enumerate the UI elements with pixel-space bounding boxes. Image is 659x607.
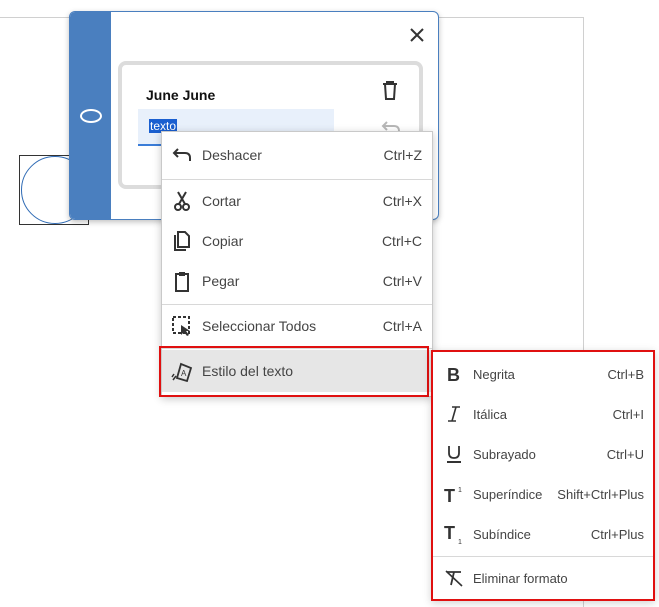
submenu-item-underline[interactable]: Subrayado Ctrl+U bbox=[433, 434, 653, 474]
menu-item-label: Cortar bbox=[202, 193, 241, 209]
submenu-item-shortcut: Ctrl+B bbox=[607, 366, 644, 382]
menu-item-label: Copiar bbox=[202, 233, 244, 249]
submenu-item-label: Subrayado bbox=[473, 446, 536, 462]
menu-item-shortcut: Ctrl+X bbox=[382, 193, 422, 209]
menu-item-label: Deshacer bbox=[202, 147, 262, 163]
ellipse-annotation-icon bbox=[80, 109, 102, 123]
submenu-item-label: Itálica bbox=[473, 406, 507, 422]
menu-item-shortcut: Ctrl+A bbox=[382, 318, 422, 334]
submenu-item-shortcut: Ctrl+I bbox=[612, 406, 644, 422]
close-icon[interactable] bbox=[406, 24, 428, 46]
menu-item-label: Pegar bbox=[202, 273, 240, 289]
menu-item-select-all[interactable]: Seleccionar Todos Ctrl+A bbox=[162, 306, 432, 346]
svg-text:A: A bbox=[181, 369, 187, 378]
submenu-item-shortcut: Ctrl+U bbox=[606, 446, 644, 462]
menu-divider bbox=[162, 179, 432, 180]
svg-text:1: 1 bbox=[458, 539, 462, 545]
submenu-item-clear-format[interactable]: Eliminar formato bbox=[433, 558, 653, 598]
context-menu: Deshacer Ctrl+Z Cortar Ctrl+X Copiar Ctr… bbox=[161, 131, 433, 397]
menu-item-label: Seleccionar Todos bbox=[202, 318, 317, 334]
menu-item-shortcut: Ctrl+C bbox=[381, 233, 422, 249]
submenu-divider bbox=[433, 556, 653, 557]
menu-item-shortcut: Ctrl+V bbox=[382, 273, 422, 289]
underline-icon bbox=[443, 443, 465, 465]
comment-author: June June bbox=[146, 87, 216, 103]
submenu-item-subscript[interactable]: T1 Subíndice Ctrl+Plus bbox=[433, 514, 653, 554]
superscript-icon: T1 bbox=[443, 483, 465, 505]
submenu-item-label: Subíndice bbox=[473, 526, 531, 542]
menu-item-shortcut: Ctrl+Z bbox=[383, 147, 423, 163]
submenu-item-shortcut: Ctrl+Plus bbox=[590, 526, 644, 542]
italic-icon bbox=[443, 403, 465, 425]
svg-text:B: B bbox=[447, 365, 460, 383]
bold-icon: B bbox=[443, 363, 465, 385]
select-all-icon bbox=[171, 315, 193, 337]
submenu-item-shortcut: Shift+Ctrl+Plus bbox=[557, 486, 644, 502]
menu-item-copy[interactable]: Copiar Ctrl+C bbox=[162, 221, 432, 261]
svg-text:T: T bbox=[444, 523, 455, 543]
menu-divider bbox=[162, 304, 432, 305]
menu-item-text-style[interactable]: A Estilo del texto bbox=[162, 350, 432, 392]
menu-item-label: Estilo del texto bbox=[202, 363, 294, 379]
menu-divider bbox=[162, 348, 432, 349]
trash-icon[interactable] bbox=[380, 79, 400, 101]
undo-icon bbox=[171, 144, 193, 166]
submenu-item-label: Negrita bbox=[473, 366, 515, 382]
text-style-icon: A bbox=[171, 360, 193, 382]
menu-item-paste[interactable]: Pegar Ctrl+V bbox=[162, 261, 432, 301]
submenu-item-italic[interactable]: Itálica Ctrl+I bbox=[433, 394, 653, 434]
menu-item-undo[interactable]: Deshacer Ctrl+Z bbox=[162, 135, 432, 175]
svg-text:T: T bbox=[444, 486, 455, 504]
submenu-item-label: Eliminar formato bbox=[473, 570, 568, 586]
copy-icon bbox=[171, 230, 193, 252]
clear-format-icon bbox=[443, 567, 465, 589]
scissors-icon bbox=[171, 190, 193, 212]
submenu-item-superscript[interactable]: T1 Superíndice Shift+Ctrl+Plus bbox=[433, 474, 653, 514]
menu-item-cut[interactable]: Cortar Ctrl+X bbox=[162, 181, 432, 221]
text-style-submenu: B Negrita Ctrl+B Itálica Ctrl+I Subrayad… bbox=[431, 350, 655, 601]
clipboard-icon bbox=[171, 270, 193, 292]
subscript-icon: T1 bbox=[443, 523, 465, 545]
submenu-item-label: Superíndice bbox=[473, 486, 543, 502]
svg-text:1: 1 bbox=[458, 487, 462, 494]
submenu-item-bold[interactable]: B Negrita Ctrl+B bbox=[433, 354, 653, 394]
popup-side-rail bbox=[70, 12, 111, 219]
